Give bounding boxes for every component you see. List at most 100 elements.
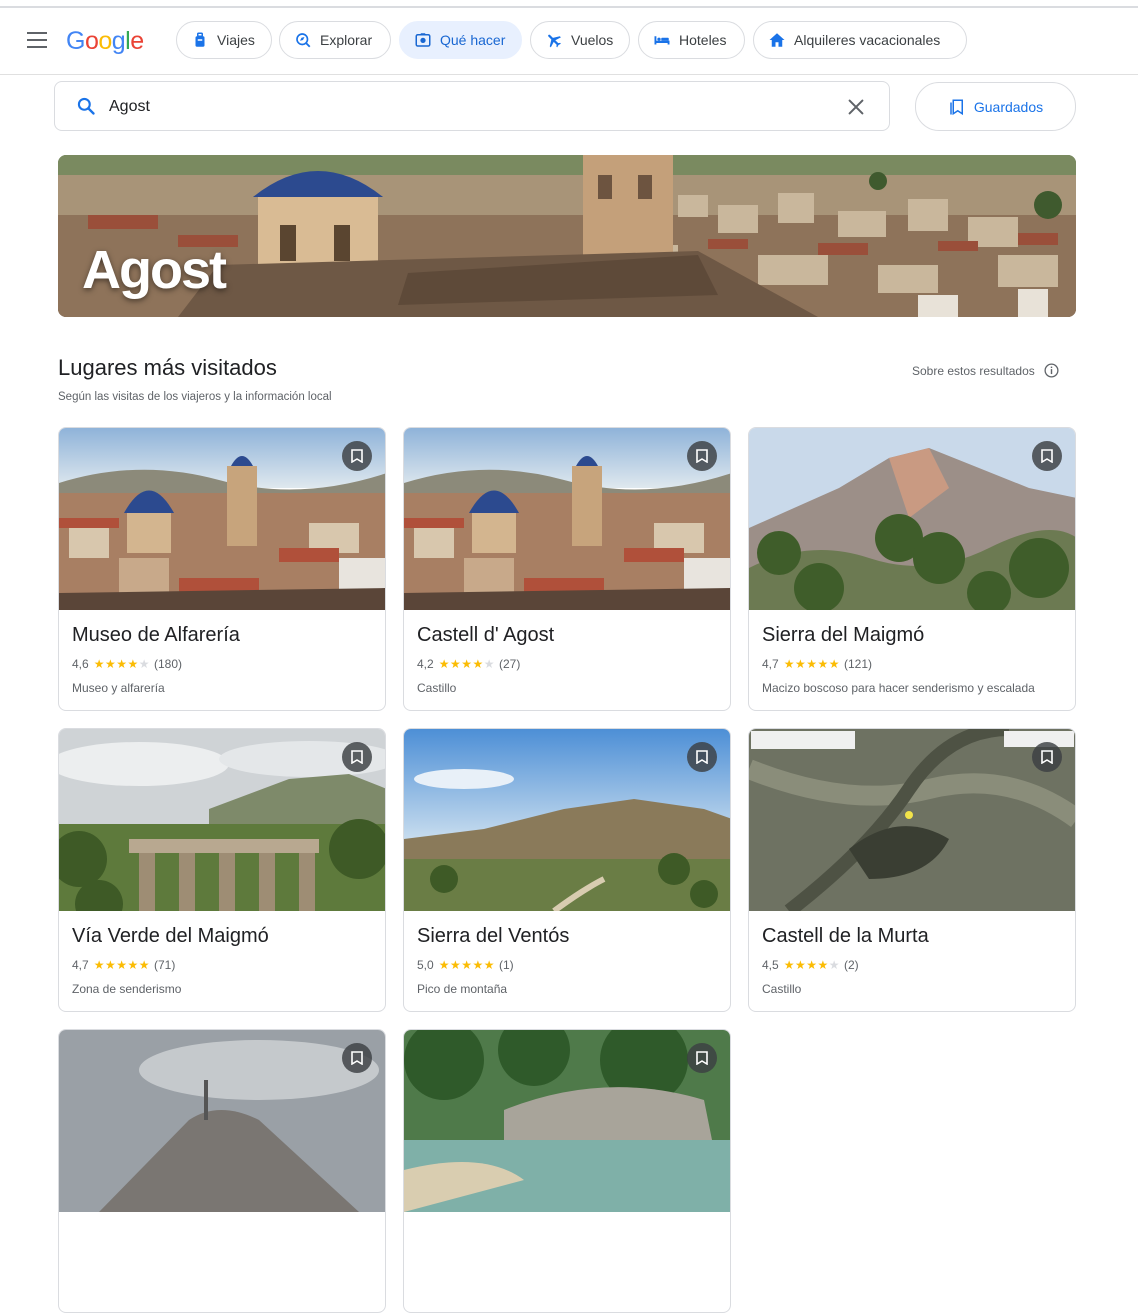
bookmark-icon [696,449,708,463]
review-count: (121) [843,657,872,671]
place-card-via-verde-del-maigmo[interactable]: Vía Verde del Maigmó 4,7 ★★★★★ (71) Zona… [58,728,386,1012]
place-category: Castillo [762,982,802,996]
rating-value: 4,7 [72,958,89,972]
place-name: Sierra del Ventós [417,925,570,947]
place-category: Castillo [417,681,457,695]
tab-label: Alquileres vacacionales [794,32,941,48]
rating-value: 5,0 [417,958,434,972]
place-card-sierra-del-ventos[interactable]: Sierra del Ventós 5,0 ★★★★★ (1) Pico de … [403,728,731,1012]
place-card-castell-de-la-murta[interactable]: Castell de la Murta 4,5 ★★★★★ (2) Castil… [748,728,1076,1012]
explore-icon [296,33,311,48]
google-logo[interactable]: Google [66,27,144,56]
tab-explorar[interactable]: Explorar [279,21,391,59]
review-count: (2) [843,958,859,972]
place-photo [59,729,385,911]
place-name: Castell de la Murta [762,925,929,947]
top-header: Google Viajes Explorar Qué hacer Vuelos … [0,8,1138,75]
tab-alquileres-vacacionales[interactable]: Alquileres vacacionales [753,21,967,59]
place-card-7[interactable] [58,1029,386,1313]
hero-title: Agost [82,240,227,300]
rating-value: 4,6 [72,657,89,671]
bookmark-button[interactable] [687,441,717,471]
place-card-museo-de-alfareria[interactable]: Museo de Alfarería 4,6 ★★★★★ (180) Museo… [58,427,386,711]
bookmark-icon [351,1051,363,1065]
tab-que-hacer[interactable]: Qué hacer [399,21,522,59]
bookmark-button[interactable] [1032,742,1062,772]
place-photo [749,428,1075,610]
place-category: Macizo boscoso para hacer senderismo y e… [762,681,1035,695]
review-count: (27) [498,657,521,671]
bookmark-icon [1041,750,1053,764]
rating-value: 4,7 [762,657,779,671]
place-photo [59,428,385,610]
place-card-8[interactable] [403,1029,731,1313]
bed-icon [654,36,670,45]
rating-stars: ★★★★★ [438,958,495,972]
menu-icon[interactable] [27,32,47,48]
search-box[interactable] [54,81,890,131]
info-icon[interactable] [1043,362,1060,379]
saved-label: Guardados [973,98,1044,115]
place-category: Museo y alfarería [72,681,165,695]
bookmark-button[interactable] [687,742,717,772]
place-rating: 4,6 ★★★★★ (180) [72,657,182,671]
tab-label: Hoteles [679,32,727,48]
bookmark-button[interactable] [342,742,372,772]
place-name: Vía Verde del Maigmó [72,925,269,947]
place-category: Zona de senderismo [72,982,182,996]
rating-stars: ★★★★★ [93,657,150,671]
bookmark-icon [351,449,363,463]
bookmark-icon [696,1051,708,1065]
place-name: Museo de Alfarería [72,624,240,646]
review-count: (71) [153,958,176,972]
section-title: Lugares más visitados [58,355,277,380]
tab-vuelos[interactable]: Vuelos [530,21,630,59]
place-card-sierra-del-maigmo[interactable]: Sierra del Maigmó 4,7 ★★★★★ (121) Macizo… [748,427,1076,711]
place-rating: 5,0 ★★★★★ (1) [417,958,514,972]
bookmark-icon [1041,449,1053,463]
place-rating: 4,2 ★★★★★ (27) [417,657,520,671]
place-rating: 4,5 ★★★★★ (2) [762,958,859,972]
tab-label: Explorar [320,32,373,48]
place-name: Sierra del Maigmó [762,624,925,646]
search-input[interactable] [109,95,809,119]
place-photo [59,1030,385,1212]
place-photo [404,1030,730,1212]
close-icon[interactable] [845,96,867,118]
search-icon[interactable] [76,96,96,116]
bookmark-button[interactable] [1032,441,1062,471]
rating-stars: ★★★★★ [93,958,150,972]
place-rating: 4,7 ★★★★★ (121) [762,657,872,671]
camera-icon [415,33,431,47]
tab-label: Vuelos [571,32,614,48]
place-photo [404,729,730,911]
place-category: Pico de montaña [417,982,508,996]
tab-label: Viajes [217,32,255,48]
bookmark-button[interactable] [342,441,372,471]
saved-button[interactable]: Guardados [915,82,1076,131]
suitcase-icon [195,32,205,47]
tab-viajes[interactable]: Viajes [176,21,272,59]
place-photo [749,729,1075,911]
bookmark-button[interactable] [687,1043,717,1073]
about-results-link[interactable]: Sobre estos resultados [912,362,1060,379]
tab-hoteles[interactable]: Hoteles [638,21,745,59]
about-label: Sobre estos resultados [912,363,1035,378]
rating-stars: ★★★★★ [783,657,840,671]
review-count: (1) [498,958,514,972]
place-photo [404,428,730,610]
hero-banner: Agost [58,155,1076,317]
bookmark-list-icon [950,99,963,115]
bookmark-icon [351,750,363,764]
plane-icon [548,34,561,48]
rating-stars: ★★★★★ [438,657,495,671]
review-count: (180) [153,657,182,671]
rating-value: 4,2 [417,657,434,671]
section-subtitle: Según las visitas de los viajeros y la i… [58,391,332,403]
rating-value: 4,5 [762,958,779,972]
rating-stars: ★★★★★ [783,958,840,972]
bookmark-button[interactable] [342,1043,372,1073]
place-card-castell-d-agost[interactable]: Castell d' Agost 4,2 ★★★★★ (27) Castillo [403,427,731,711]
house-icon [769,33,785,47]
bookmark-icon [696,750,708,764]
